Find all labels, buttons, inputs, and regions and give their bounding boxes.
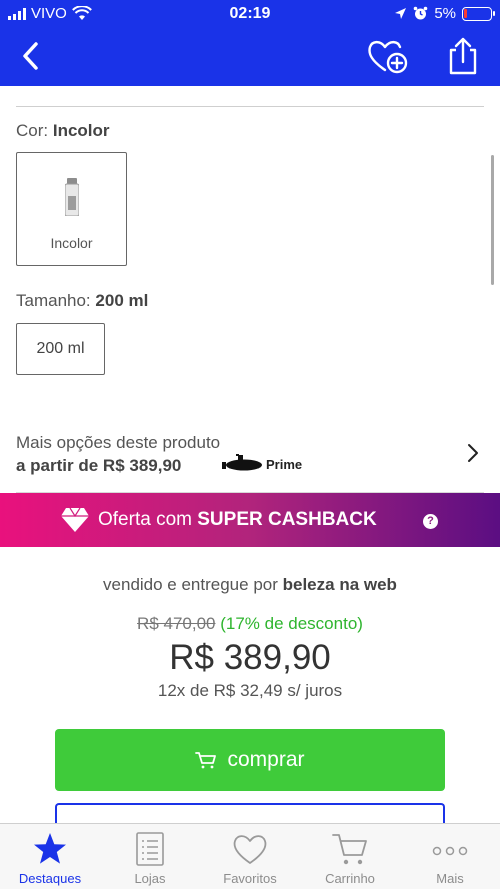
color-label-prefix: Cor: <box>16 121 49 140</box>
tab-label: Mais <box>436 871 464 886</box>
product-bottle-image <box>65 178 79 216</box>
size-label: Tamanho: 200 ml <box>16 291 148 311</box>
tab-label: Lojas <box>134 871 166 886</box>
star-icon <box>34 833 66 864</box>
color-option-incolor[interactable]: Incolor <box>16 152 127 266</box>
tab-mais[interactable]: Mais <box>400 824 500 889</box>
cashback-text: Oferta com SUPER CASHBACK <box>98 509 377 531</box>
more-options-from-price: a partir de R$ 389,90 <box>16 456 182 475</box>
alarm-icon <box>414 6 428 20</box>
seller-prefix: vendido e entregue por <box>103 575 283 594</box>
old-price: R$ 470,00 <box>137 614 216 633</box>
nav-header <box>0 28 500 86</box>
battery-percent: 5% <box>434 5 456 22</box>
tab-lojas[interactable]: Lojas <box>100 824 200 889</box>
location-arrow-icon <box>395 8 407 19</box>
tab-label: Destaques <box>18 871 82 886</box>
more-options-row[interactable]: Mais opções deste produto a partir de R$… <box>0 428 500 484</box>
status-right: 5% <box>394 5 495 22</box>
cashback-prefix: Oferta com <box>98 509 198 530</box>
color-label: Cor: Incolor <box>16 121 110 141</box>
cashback-highlight: SUPER CASHBACK <box>197 509 377 530</box>
seller-name: beleza na web <box>282 575 397 594</box>
price-comparison: R$ 470,00 (17% de desconto) <box>0 614 500 634</box>
color-value: Incolor <box>52 121 110 140</box>
buy-button[interactable]: comprar <box>55 729 445 791</box>
top-divider <box>16 106 484 107</box>
size-value: 200 ml <box>95 291 149 310</box>
add-favorite-icon[interactable] <box>366 36 410 76</box>
more-icon <box>432 846 468 856</box>
size-option-200ml[interactable]: 200 ml <box>16 323 105 375</box>
submarine-icon <box>222 454 262 471</box>
battery-icon <box>462 6 495 21</box>
cart-icon <box>332 834 367 865</box>
more-options-title: Mais opções deste produto <box>16 433 221 452</box>
back-arrow-icon[interactable] <box>16 38 52 74</box>
cart-icon <box>195 752 217 769</box>
size-option-label: 200 ml <box>36 340 85 357</box>
prime-label: Prime <box>266 457 303 472</box>
list-icon <box>136 832 164 866</box>
size-label-prefix: Tamanho: <box>16 291 91 310</box>
current-price: R$ 389,90 <box>169 638 331 677</box>
share-icon[interactable] <box>444 36 482 76</box>
seller-info: vendido e entregue por beleza na web <box>0 575 500 595</box>
color-option-label: Incolor <box>50 235 93 251</box>
help-icon[interactable]: ? <box>423 514 438 529</box>
prime-badge: Prime <box>222 454 302 472</box>
scrollbar[interactable] <box>491 155 494 285</box>
tab-destaques[interactable]: Destaques <box>0 824 100 889</box>
tab-label: Favoritos <box>223 871 277 886</box>
diamond-icon <box>61 507 89 532</box>
status-bar: VIVO 02:19 5% <box>0 0 500 28</box>
heart-icon <box>233 835 267 864</box>
buy-button-label: comprar <box>227 748 305 771</box>
tab-favoritos[interactable]: Favoritos <box>200 824 300 889</box>
chevron-right-icon <box>468 444 478 462</box>
tab-bar: Destaques Lojas Favoritos Carrinho Mais <box>0 823 500 889</box>
installments-info: 12x de R$ 32,49 s/ juros <box>157 681 343 700</box>
tab-label: Carrinho <box>325 871 375 886</box>
tab-carrinho[interactable]: Carrinho <box>300 824 400 889</box>
discount-label: (17% de desconto) <box>220 614 363 633</box>
